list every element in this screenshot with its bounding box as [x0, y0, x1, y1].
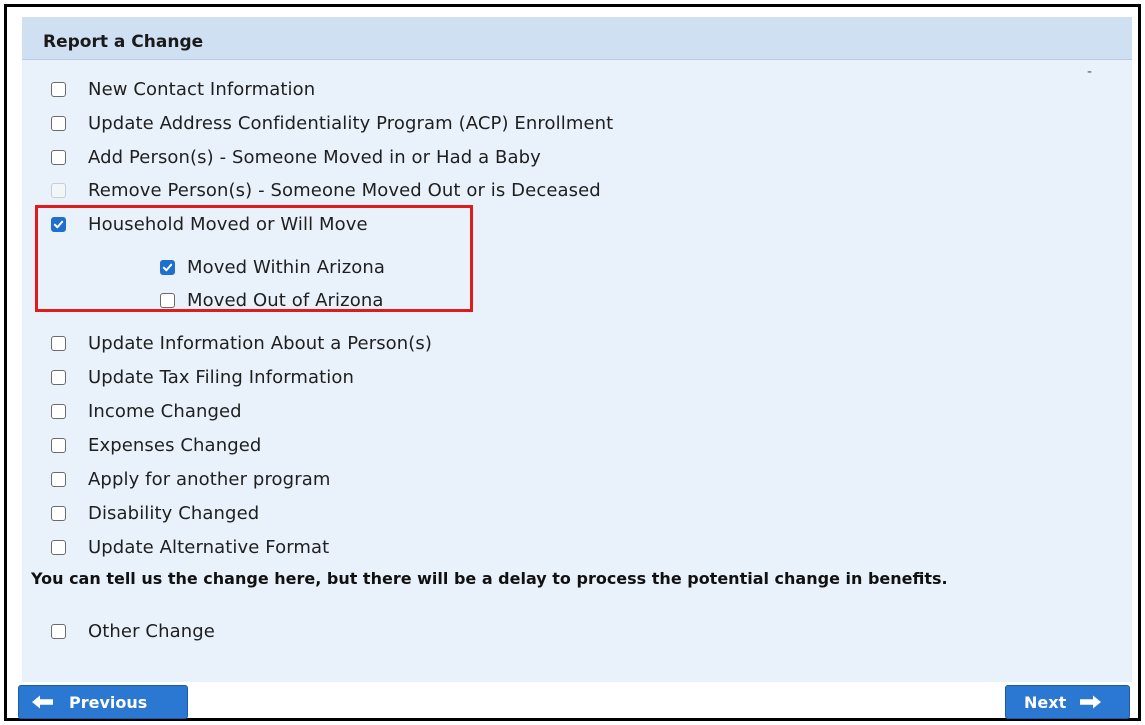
option-new-contact-information[interactable]: New Contact Information — [51, 76, 315, 102]
option-label: Add Person(s) - Someone Moved in or Had … — [88, 146, 541, 168]
option-add-persons[interactable]: Add Person(s) - Someone Moved in or Had … — [51, 144, 541, 170]
option-update-acp-enrollment[interactable]: Update Address Confidentiality Program (… — [51, 110, 613, 136]
option-update-tax-filing[interactable]: Update Tax Filing Information — [51, 364, 354, 390]
suboption-moved-out-of-arizona[interactable]: Moved Out of Arizona — [160, 287, 383, 313]
checkbox[interactable] — [51, 437, 66, 453]
next-label: Next — [1024, 692, 1067, 712]
previous-label: Previous — [69, 692, 148, 712]
option-label: New Contact Information — [88, 78, 316, 100]
option-expenses-changed[interactable]: Expenses Changed — [51, 432, 261, 458]
check-icon — [162, 263, 173, 271]
option-label: Update Tax Filing Information — [88, 366, 355, 388]
previous-button[interactable]: Previous — [18, 685, 188, 719]
checkbox[interactable] — [51, 369, 66, 385]
option-update-alternative-format[interactable]: Update Alternative Format — [51, 534, 329, 560]
option-household-moved[interactable]: Household Moved or Will Move — [51, 211, 368, 237]
checkbox[interactable] — [51, 81, 66, 97]
option-label: Update Address Confidentiality Program (… — [88, 112, 614, 134]
arrow-left-icon — [32, 695, 53, 709]
panel-header: Report a Change — [22, 17, 1132, 60]
option-label: Apply for another program — [88, 468, 331, 490]
option-label: Update Alternative Format — [88, 536, 330, 558]
option-label: Other Change — [88, 620, 215, 642]
check-icon — [53, 220, 64, 228]
option-income-changed[interactable]: Income Changed — [51, 398, 242, 424]
checkbox[interactable] — [51, 403, 66, 419]
arrow-right-icon — [1080, 695, 1102, 709]
checkbox[interactable] — [51, 623, 66, 639]
option-other-change[interactable]: Other Change — [51, 618, 215, 644]
checkbox[interactable] — [51, 335, 66, 351]
collapse-dash: - — [1087, 64, 1093, 80]
checkbox[interactable] — [160, 292, 175, 308]
option-label: Remove Person(s) - Someone Moved Out or … — [88, 179, 601, 201]
checkbox[interactable] — [51, 149, 66, 165]
option-remove-persons: Remove Person(s) - Someone Moved Out or … — [51, 177, 601, 203]
option-label: Disability Changed — [88, 502, 260, 524]
checkbox[interactable] — [51, 505, 66, 521]
checkbox[interactable] — [51, 115, 66, 131]
suboption-label: Moved Within Arizona — [187, 256, 386, 278]
checkbox[interactable] — [51, 471, 66, 487]
option-label: Expenses Changed — [88, 434, 262, 456]
checkbox-checked[interactable] — [51, 216, 66, 232]
checkbox[interactable] — [51, 539, 66, 555]
option-apply-another-program[interactable]: Apply for another program — [51, 466, 330, 492]
checkbox-disabled — [51, 182, 66, 198]
option-disability-changed[interactable]: Disability Changed — [51, 500, 259, 526]
suboption-moved-within-arizona[interactable]: Moved Within Arizona — [160, 254, 385, 280]
option-label: Household Moved or Will Move — [88, 213, 368, 235]
option-label: Income Changed — [88, 400, 242, 422]
next-button[interactable]: Next — [1005, 685, 1130, 719]
option-label: Update Information About a Person(s) — [88, 332, 433, 354]
option-update-information-person[interactable]: Update Information About a Person(s) — [51, 330, 432, 356]
delay-notice: You can tell us the change here, but the… — [31, 569, 948, 588]
suboption-label: Moved Out of Arizona — [187, 289, 384, 311]
checkbox-checked[interactable] — [160, 259, 175, 275]
panel-title: Report a Change — [43, 32, 204, 52]
